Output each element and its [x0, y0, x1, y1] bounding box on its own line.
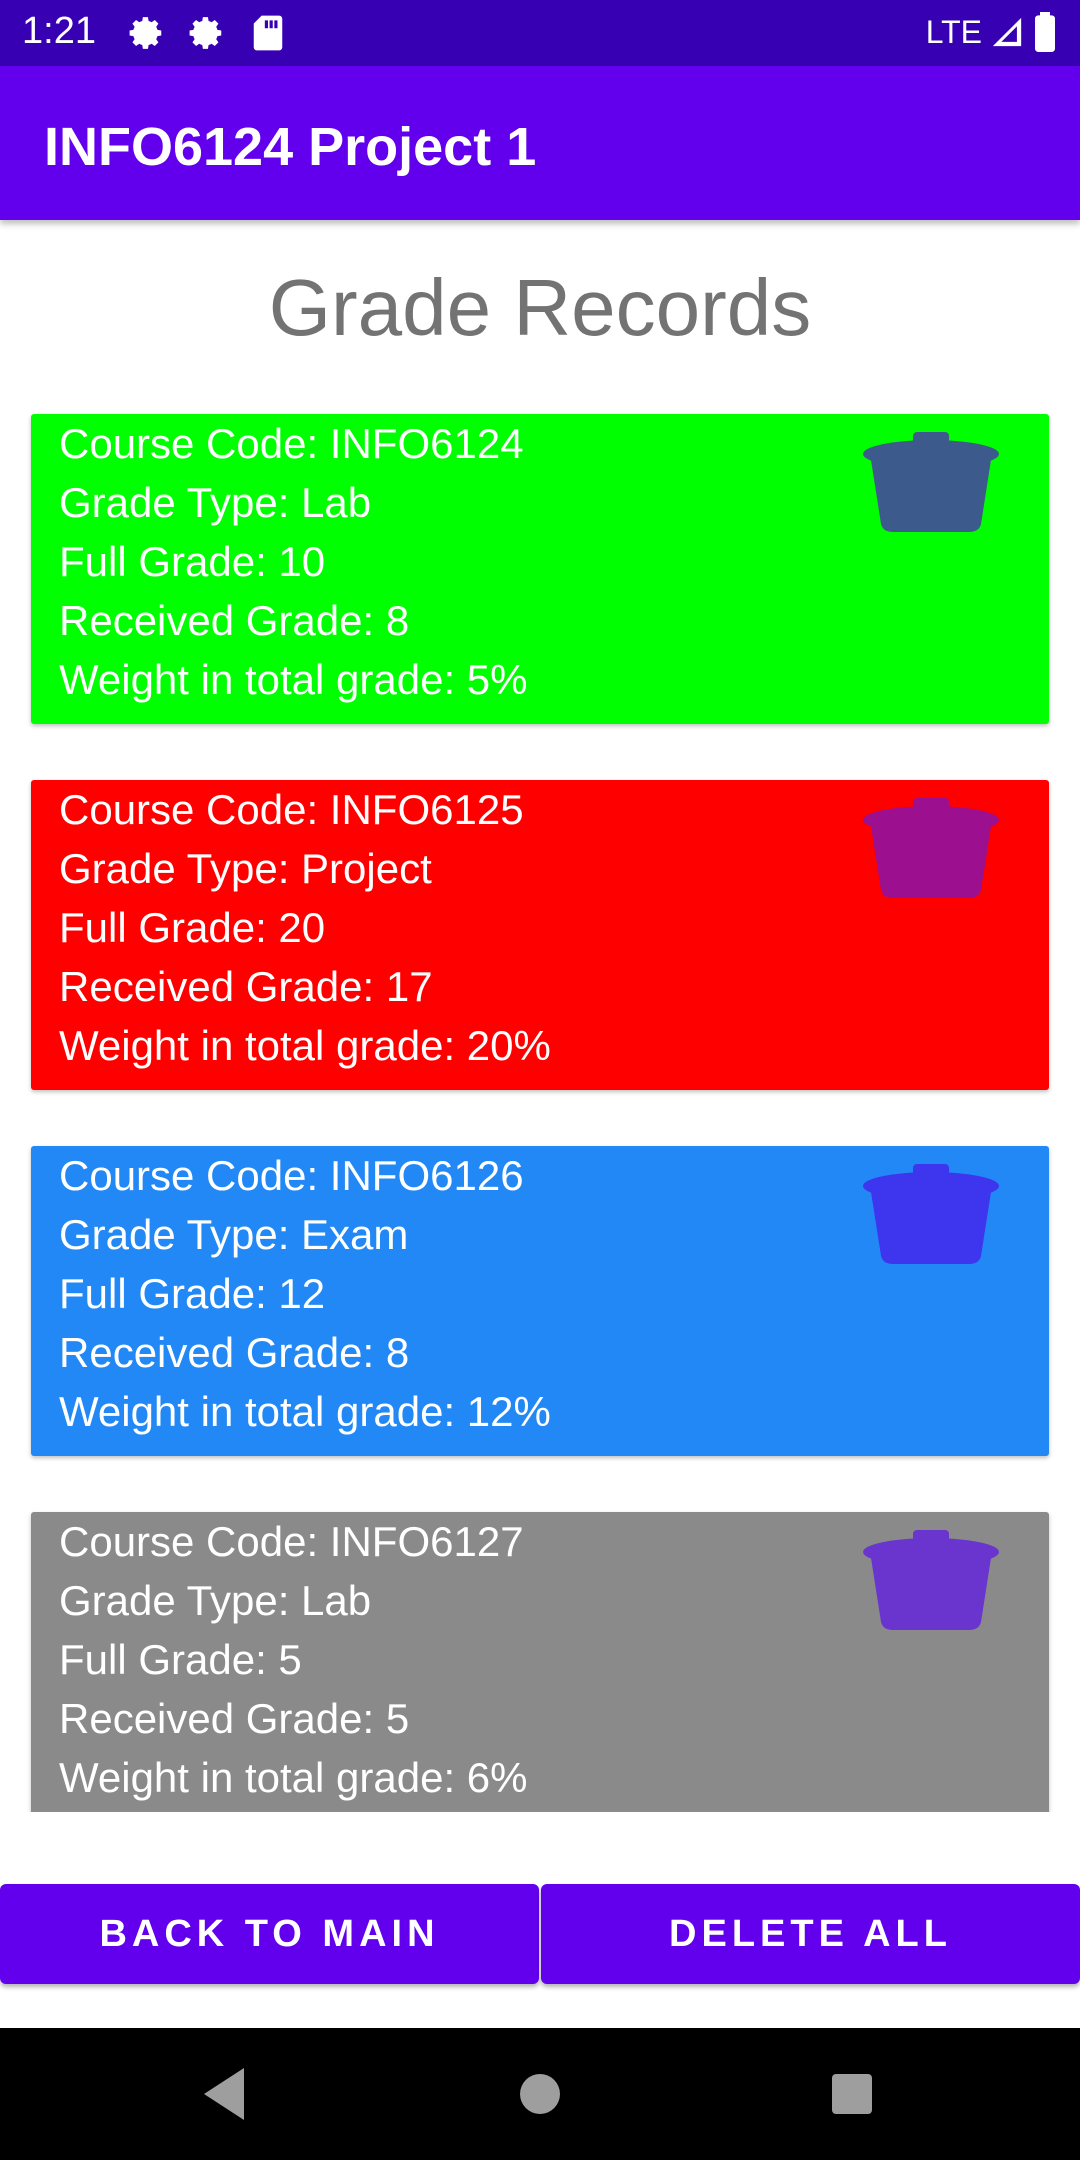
- battery-icon: [1035, 12, 1055, 52]
- settings-gear-icon: [129, 17, 162, 49]
- back-nav-icon[interactable]: [200, 2064, 252, 2124]
- app-bar: INFO6124 Project 1: [0, 66, 1080, 220]
- record-course-code: Course Code: INFO6125: [59, 786, 524, 833]
- record-course-code: Course Code: INFO6126: [59, 1152, 524, 1199]
- grade-record-card[interactable]: Course Code: INFO6125 Grade Type: Project…: [31, 780, 1049, 1090]
- record-weight: Weight in total grade: 20%: [59, 1022, 551, 1069]
- status-time: 1:21: [22, 10, 96, 52]
- trash-icon[interactable]: [863, 794, 999, 900]
- grade-record-card[interactable]: Course Code: INFO6127 Grade Type: Lab Full…: [31, 1512, 1049, 1812]
- record-grade-type: Grade Type: Project: [59, 845, 432, 892]
- signal-icon: [992, 17, 1022, 47]
- trash-icon[interactable]: [863, 1160, 999, 1266]
- grade-records-list[interactable]: Course Code: INFO6124 Grade Type: Lab Full…: [0, 396, 1080, 1812]
- settings-gear-icon: [189, 17, 222, 49]
- record-course-code: Course Code: INFO6124: [59, 420, 524, 467]
- grade-record-card[interactable]: Course Code: INFO6126 Grade Type: Exam Ful…: [31, 1146, 1049, 1456]
- record-grade-type: Grade Type: Exam: [59, 1211, 409, 1258]
- back-to-main-button[interactable]: BACK TO MAIN: [0, 1884, 539, 1984]
- record-received-grade: Received Grade: 17: [59, 963, 433, 1010]
- home-nav-icon[interactable]: [514, 2064, 566, 2124]
- trash-icon[interactable]: [863, 428, 999, 534]
- record-weight: Weight in total grade: 6%: [59, 1754, 528, 1801]
- network-type-label: LTE: [925, 13, 982, 50]
- record-weight: Weight in total grade: 5%: [59, 656, 528, 703]
- app-title: INFO6124 Project 1: [44, 117, 537, 177]
- recents-nav-icon[interactable]: [826, 2064, 878, 2124]
- record-received-grade: Received Grade: 8: [59, 1329, 410, 1376]
- record-full-grade: Full Grade: 5: [59, 1636, 302, 1683]
- record-received-grade: Received Grade: 5: [59, 1695, 410, 1742]
- record-full-grade: Full Grade: 12: [59, 1270, 326, 1317]
- trash-icon[interactable]: [863, 1526, 999, 1632]
- system-navigation-bar: [0, 2028, 1080, 2160]
- record-grade-type: Grade Type: Lab: [59, 1577, 372, 1624]
- delete-all-button[interactable]: DELETE ALL: [541, 1884, 1080, 1984]
- record-grade-type: Grade Type: Lab: [59, 479, 372, 526]
- page-title: Grade Records: [268, 263, 812, 352]
- record-full-grade: Full Grade: 20: [59, 904, 326, 951]
- record-full-grade: Full Grade: 10: [59, 538, 326, 585]
- sd-card-icon: [253, 15, 283, 51]
- record-received-grade: Received Grade: 8: [59, 597, 410, 644]
- record-weight: Weight in total grade: 12%: [59, 1388, 551, 1435]
- grade-record-card[interactable]: Course Code: INFO6124 Grade Type: Lab Full…: [31, 414, 1049, 724]
- record-course-code: Course Code: INFO6127: [59, 1518, 524, 1565]
- status-bar: 1:21 LTE: [0, 0, 1080, 66]
